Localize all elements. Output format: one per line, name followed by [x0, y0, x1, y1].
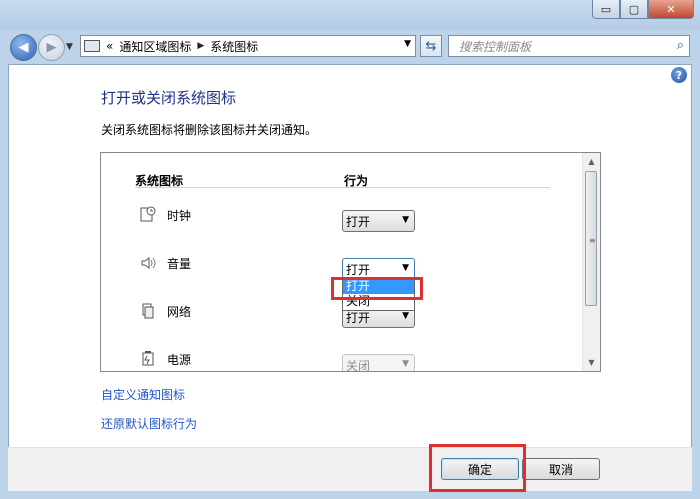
control-panel-icon [84, 40, 100, 52]
volume-behavior-value: 打开 [346, 262, 371, 277]
power-icon [139, 349, 157, 367]
cancel-button[interactable]: 取消 [522, 458, 600, 480]
minimize-button[interactable]: ▭ [592, 0, 620, 19]
chevron-down-icon: ▼ [402, 263, 409, 273]
navigation-bar: ◀ ▶ ▼ « 通知区域图标 ▶ 系统图标 ▼ ⇆ 搜索控制面板 ⌕ [0, 30, 700, 64]
clock-icon [139, 205, 157, 223]
row-label-power: 电源 [167, 353, 192, 367]
row-label-clock: 时钟 [167, 209, 192, 223]
forward-button[interactable]: ▶ [38, 34, 65, 61]
address-bar[interactable]: « 通知区域图标 ▶ 系统图标 ▼ [80, 35, 416, 57]
chevron-down-icon: ▼ [402, 311, 409, 321]
scroll-thumb[interactable]: ≡ [585, 171, 597, 306]
page-description: 关闭系统图标将删除该图标并关闭通知。 [101, 123, 318, 137]
row-label-volume: 音量 [167, 257, 192, 271]
scroll-up-icon[interactable]: ▲ [583, 153, 600, 170]
close-button[interactable]: ✕ [648, 0, 694, 19]
restore-default-behavior-link[interactable]: 还原默认图标行为 [101, 415, 197, 432]
maximize-button[interactable]: ▢ [620, 0, 648, 19]
page-title: 打开或关闭系统图标 [101, 89, 237, 107]
search-box[interactable]: 搜索控制面板 ⌕ [448, 35, 690, 57]
network-icon [139, 302, 157, 320]
window-frame: ▭ ▢ ✕ ◀ ▶ ▼ « 通知区域图标 ▶ 系统图标 ▼ ⇆ 搜索控制面板 ⌕… [0, 0, 700, 499]
customize-notification-icons-link[interactable]: 自定义通知图标 [101, 386, 185, 403]
window-controls: ▭ ▢ ✕ [592, 0, 694, 19]
row-label-network: 网络 [167, 305, 192, 319]
chevron-down-icon: ▼ [402, 359, 409, 369]
clock-behavior-select[interactable]: 打开 ▼ [342, 210, 415, 232]
clock-behavior-value: 打开 [346, 214, 371, 229]
list-scrollbar[interactable]: ▲ ≡ ▼ [582, 153, 600, 371]
breadcrumb-separator-icon[interactable]: ▶ [197, 41, 204, 51]
search-icon[interactable]: ⌕ [677, 38, 684, 53]
power-behavior-value: 关闭 [346, 358, 371, 372]
refresh-button[interactable]: ⇆ [420, 35, 442, 57]
system-icons-list: 系统图标 行为 时钟 打开 ▼ 音量 打开 ▼ 网络 打开 ▼ 电源 关闭 ▼ … [100, 152, 601, 372]
chevron-down-icon: ▼ [402, 215, 409, 225]
button-bar: 确定 取消 [8, 447, 692, 491]
address-dropdown-icon[interactable]: ▼ [404, 39, 411, 49]
breadcrumb-system-icons[interactable]: 系统图标 [210, 38, 258, 55]
help-icon[interactable]: ? [671, 67, 687, 83]
back-button[interactable]: ◀ [10, 34, 37, 61]
search-input[interactable]: 搜索控制面板 [459, 38, 531, 55]
header-divider [135, 187, 550, 188]
breadcrumb-notification-icons[interactable]: 通知区域图标 [119, 38, 191, 55]
network-behavior-value: 打开 [346, 310, 371, 325]
highlight-box-ok [429, 444, 526, 492]
recent-pages-dropdown[interactable]: ▼ [66, 42, 73, 52]
title-bar: ▭ ▢ ✕ [0, 0, 700, 30]
refresh-icon: ⇆ [425, 38, 437, 54]
scroll-down-icon[interactable]: ▼ [583, 354, 600, 371]
address-prefix[interactable]: « [106, 39, 113, 53]
highlight-box-option [331, 277, 423, 300]
power-behavior-select: 关闭 ▼ [342, 354, 415, 372]
content-panel: ? 打开或关闭系统图标 关闭系统图标将删除该图标并关闭通知。 系统图标 行为 时… [8, 64, 692, 448]
volume-icon [139, 254, 157, 272]
